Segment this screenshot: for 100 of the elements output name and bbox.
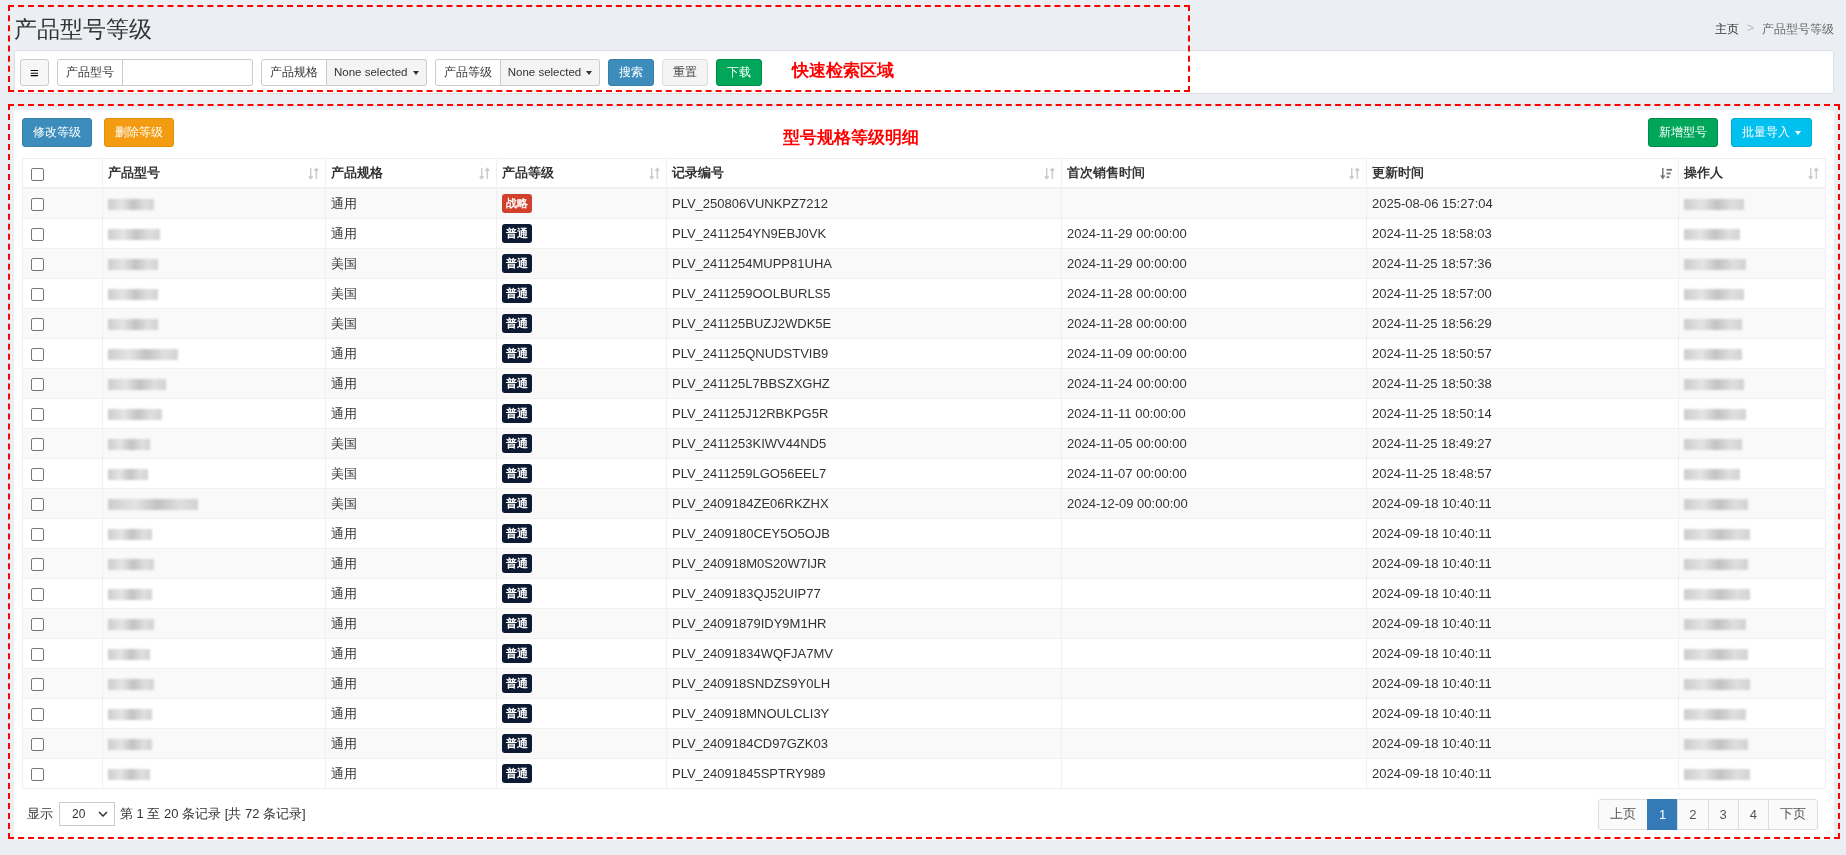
row-checkbox[interactable] bbox=[31, 468, 44, 482]
chevron-down-icon[interactable] bbox=[98, 811, 108, 817]
blurred-text bbox=[108, 709, 152, 721]
blurred-text bbox=[1684, 439, 1742, 451]
table-cell: 2024-11-05 00:00:00 bbox=[1067, 436, 1187, 451]
table-cell: 2024-11-25 18:48:57 bbox=[1372, 466, 1492, 481]
column-header[interactable]: 更新时间 bbox=[1372, 164, 1424, 182]
table-cell: 通用 bbox=[331, 675, 357, 691]
row-checkbox[interactable] bbox=[31, 408, 44, 422]
blurred-text bbox=[1684, 769, 1750, 781]
grade-badge: 普通 bbox=[502, 674, 532, 693]
pagination-button[interactable]: 上页 bbox=[1598, 798, 1649, 830]
row-checkbox[interactable] bbox=[31, 768, 44, 782]
column-header[interactable]: 产品规格 bbox=[331, 164, 383, 182]
table-cell: 2024-09-18 10:40:11 bbox=[1372, 616, 1492, 631]
blurred-text bbox=[1684, 469, 1740, 481]
row-checkbox[interactable] bbox=[31, 288, 44, 302]
column-header[interactable]: 记录编号 bbox=[672, 164, 724, 182]
row-checkbox[interactable] bbox=[31, 378, 44, 392]
blurred-text bbox=[1684, 679, 1750, 691]
input-field[interactable] bbox=[123, 58, 253, 86]
table-cell: 通用 bbox=[331, 735, 357, 751]
table-cell: PLV_241125BUZJ2WDK5E bbox=[672, 316, 832, 331]
table-cell: 通用 bbox=[331, 345, 357, 361]
pagination-button[interactable]: 1 bbox=[1647, 798, 1679, 830]
grade-badge: 普通 bbox=[502, 734, 532, 753]
pagination-button[interactable]: 3 bbox=[1707, 798, 1739, 830]
pagination-button[interactable]: 下页 bbox=[1768, 798, 1818, 830]
row-checkbox[interactable] bbox=[31, 228, 44, 242]
row-checkbox[interactable] bbox=[31, 588, 44, 602]
table-cell: 2024-11-25 18:50:14 bbox=[1372, 406, 1492, 421]
blurred-text bbox=[1684, 529, 1750, 541]
table-cell: PLV_2409180CEY5O5OJB bbox=[672, 526, 831, 541]
page-size-select[interactable]: 20 bbox=[59, 802, 115, 826]
table-cell: 2024-09-18 10:40:11 bbox=[1372, 736, 1492, 751]
search-bar-button[interactable]: 搜索 bbox=[608, 58, 655, 86]
table-cell: 2024-09-18 10:40:11 bbox=[1372, 556, 1492, 571]
search-bar-button[interactable]: 重置 bbox=[662, 58, 709, 86]
sort-desc-icon[interactable] bbox=[1660, 166, 1673, 180]
row-checkbox[interactable] bbox=[31, 558, 44, 572]
breadcrumb-separator: > bbox=[1747, 21, 1754, 37]
table-cell: PLV_2409184CD97GZK03 bbox=[672, 736, 828, 751]
row-checkbox[interactable] bbox=[31, 618, 44, 632]
table-cell: 2024-11-29 00:00:00 bbox=[1067, 226, 1187, 241]
row-checkbox[interactable] bbox=[31, 318, 44, 332]
row-checkbox[interactable] bbox=[31, 738, 44, 752]
page-title: 产品型号等级 bbox=[14, 15, 152, 44]
table-cell: 美国 bbox=[331, 285, 357, 301]
blurred-text bbox=[1684, 199, 1744, 211]
blurred-text bbox=[1684, 739, 1748, 751]
table-cell: PLV_240918M0S20W7IJR bbox=[672, 556, 827, 571]
breadcrumb-link[interactable]: 主页 bbox=[1715, 21, 1739, 38]
blurred-text bbox=[108, 349, 178, 361]
multiselect-dropdown[interactable]: None selected bbox=[327, 58, 427, 86]
breadcrumb-link[interactable]: 产品型号等级 bbox=[1762, 21, 1834, 38]
row-checkbox[interactable] bbox=[31, 678, 44, 692]
table-cell: PLV_2409183QJ52UIP77 bbox=[672, 586, 821, 601]
row-checkbox[interactable] bbox=[31, 258, 44, 272]
table-cell: PLV_241125QNUDSTVIB9 bbox=[672, 346, 829, 361]
blurred-text bbox=[1684, 589, 1750, 601]
pagination-button[interactable]: 2 bbox=[1677, 798, 1709, 830]
pagination-button[interactable]: 4 bbox=[1737, 798, 1769, 830]
column-header[interactable]: 产品型号 bbox=[108, 164, 160, 182]
row-checkbox[interactable] bbox=[31, 648, 44, 662]
row-checkbox[interactable] bbox=[31, 348, 44, 362]
row-checkbox[interactable] bbox=[31, 708, 44, 722]
annotation-label: 型号规格等级明细 bbox=[783, 127, 919, 149]
grade-badge: 普通 bbox=[502, 644, 532, 663]
table-cell: 2024-09-18 10:40:11 bbox=[1372, 586, 1492, 601]
row-checkbox[interactable] bbox=[31, 198, 44, 212]
column-header[interactable]: 首次销售时间 bbox=[1067, 164, 1145, 182]
table-cell: PLV_2409184ZE06RKZHX bbox=[672, 496, 829, 511]
annotation-label: 快速检索区域 bbox=[792, 60, 894, 82]
row-checkbox[interactable] bbox=[31, 528, 44, 542]
column-header[interactable]: 操作人 bbox=[1684, 164, 1723, 182]
blurred-text bbox=[108, 289, 158, 301]
table-cell: 通用 bbox=[331, 705, 357, 721]
blurred-text bbox=[108, 199, 154, 211]
menu-button[interactable]: ≡ bbox=[20, 58, 49, 86]
select-all-checkbox[interactable] bbox=[31, 167, 44, 181]
table-cell: 2024-12-09 00:00:00 bbox=[1067, 496, 1188, 511]
table-cell: 2024-09-18 10:40:11 bbox=[1372, 676, 1492, 691]
grade-badge: 普通 bbox=[502, 344, 532, 363]
blurred-text bbox=[108, 679, 154, 691]
toolbar-button[interactable]: 修改等级 bbox=[22, 118, 92, 147]
row-checkbox[interactable] bbox=[31, 438, 44, 452]
table-cell: PLV_2411253KIWV44ND5 bbox=[672, 436, 827, 451]
multiselect-dropdown[interactable]: None selected bbox=[500, 58, 601, 86]
table-cell: PLV_240918SNDZS9Y0LH bbox=[672, 676, 831, 691]
table-cell: 2024-11-25 18:57:00 bbox=[1372, 286, 1492, 301]
blurred-text bbox=[1684, 319, 1742, 331]
column-header[interactable]: 产品等级 bbox=[502, 164, 554, 182]
grade-badge: 普通 bbox=[502, 254, 532, 273]
blurred-text bbox=[108, 229, 160, 241]
table-cell: 2024-09-18 10:40:11 bbox=[1372, 706, 1492, 721]
row-checkbox[interactable] bbox=[31, 498, 44, 512]
show-label: 显示 bbox=[27, 805, 53, 823]
table-cell: 通用 bbox=[331, 645, 357, 661]
grade-badge: 普通 bbox=[502, 554, 532, 573]
table-cell: 2024-11-25 18:50:38 bbox=[1372, 376, 1492, 391]
